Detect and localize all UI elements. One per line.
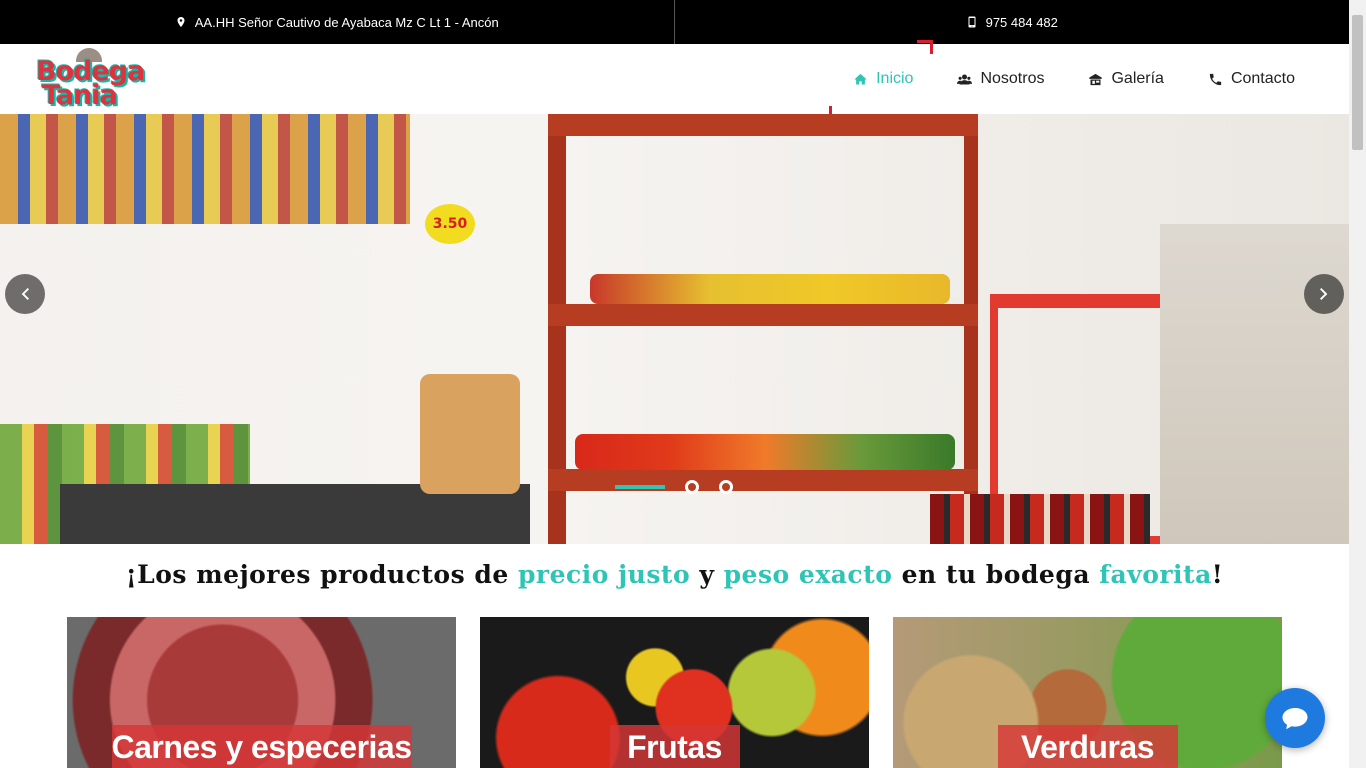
soda-bottles [930, 494, 1150, 544]
page: AA.HH Señor Cautivo de Ayabaca Mz C Lt 1… [0, 0, 1349, 768]
nav-label: Nosotros [980, 70, 1045, 87]
address-block: AA.HH Señor Cautivo de Ayabaca Mz C Lt 1… [0, 0, 675, 44]
main-nav: Inicio Nosotros Galería Contacto [829, 40, 1295, 120]
snack-bags-top [0, 114, 410, 224]
nav-label: Contacto [1230, 70, 1295, 87]
chevron-right-icon [1320, 288, 1328, 300]
nav-item-contacto[interactable]: Contacto [1208, 70, 1295, 88]
tagline-text: ! [1211, 560, 1224, 589]
nav-item-inicio[interactable]: Inicio [829, 40, 934, 120]
right-shelves [1160, 224, 1349, 544]
tagline-highlight: peso exacto [723, 560, 893, 589]
nav-item-nosotros[interactable]: Nosotros [957, 70, 1044, 88]
address-text: AA.HH Señor Cautivo de Ayabaca Mz C Lt 1… [194, 14, 499, 30]
carousel-indicator-2[interactable] [685, 480, 699, 494]
chat-button[interactable] [1265, 688, 1325, 748]
tagline-highlight: favorita [1099, 560, 1212, 589]
scrollbar-thumb[interactable] [1352, 15, 1363, 150]
page-scrollbar[interactable] [1349, 0, 1366, 768]
phone-block: 975 484 482 [675, 0, 1350, 44]
users-icon [957, 74, 973, 84]
carousel-indicator-1[interactable] [615, 485, 665, 489]
logo-word-2: Tania [42, 80, 118, 111]
nav-label: Inicio [876, 70, 914, 87]
store-icon [1089, 73, 1103, 85]
category-card-frutas[interactable]: Frutas [480, 617, 869, 768]
chat-bubble-icon [1282, 708, 1308, 730]
rack-shelf [548, 114, 978, 136]
site-logo[interactable]: Bodega Tania [34, 48, 146, 111]
site-header: Bodega Tania Inicio Nosotros Galería Con… [0, 40, 1349, 120]
tagline-text: y [690, 560, 724, 589]
rack-shelf [548, 469, 978, 491]
fruit-display [590, 274, 950, 304]
rack-shelf [548, 304, 978, 326]
tagline-highlight: precio justo [517, 560, 691, 589]
carousel-prev-button[interactable] [5, 274, 45, 314]
map-marker-icon [177, 17, 185, 27]
chevron-left-icon [21, 288, 29, 300]
top-info-bar: AA.HH Señor Cautivo de Ayabaca Mz C Lt 1… [0, 0, 1349, 44]
category-label: Frutas [627, 729, 722, 765]
mobile-phone-icon [968, 16, 976, 28]
carousel-next-button[interactable] [1304, 274, 1344, 314]
phone-text: 975 484 482 [985, 14, 1058, 30]
category-card-carnes[interactable]: Carnes y especerias [67, 617, 456, 768]
carousel-indicator-3[interactable] [719, 480, 733, 494]
home-icon [854, 73, 867, 84]
phone-icon [1209, 73, 1222, 85]
carousel-indicators [615, 480, 733, 494]
category-label: Carnes y especerias [111, 729, 412, 765]
category-label: Verduras [1021, 729, 1154, 765]
active-corner-top-right [917, 40, 934, 54]
nav-item-galeria[interactable]: Galería [1088, 70, 1164, 88]
vegetable-display [575, 434, 955, 470]
tagline-heading: ¡Los mejores productos de precio justo y… [0, 560, 1349, 589]
nav-label: Galería [1111, 70, 1164, 87]
hero-carousel: 3.50 [0, 114, 1349, 544]
category-card-verduras[interactable]: Verduras [893, 617, 1282, 768]
bread-packages [420, 374, 520, 494]
tagline-text: ¡Los mejores productos de [125, 560, 518, 589]
price-sign: 3.50 [425, 204, 475, 244]
tagline-text: en tu bodega [892, 560, 1100, 589]
